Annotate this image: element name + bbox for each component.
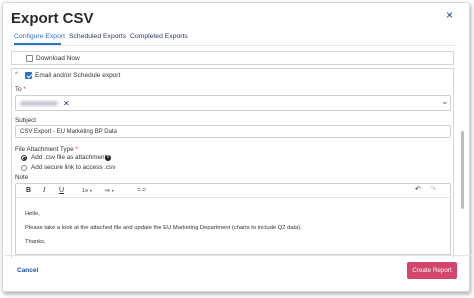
- scrollbar-thumb[interactable]: [461, 131, 464, 209]
- note-line-signoff: Thanks,: [25, 239, 46, 245]
- email-schedule-checkbox[interactable]: [25, 72, 32, 79]
- dialog-title: Export CSV: [11, 10, 94, 27]
- note-editor[interactable]: B I U 1≡ ▾ •≡ ▾ ⊂⊃ ↶ ↷ Hello, Please tak…: [15, 183, 451, 255]
- remove-recipient-icon[interactable]: ✕: [63, 99, 70, 108]
- collapse-chevron-icon[interactable]: ^: [15, 72, 18, 78]
- tabs-divider: [11, 45, 457, 46]
- tab-scheduled-exports[interactable]: Scheduled Exports: [69, 33, 126, 40]
- underline-button[interactable]: U: [59, 186, 64, 195]
- cancel-button[interactable]: Cancel: [17, 267, 38, 274]
- bullet-list-icon: •≡: [105, 188, 111, 194]
- bold-button[interactable]: B: [26, 186, 31, 195]
- download-now-checkbox[interactable]: [26, 55, 33, 62]
- undo-icon[interactable]: ↶: [415, 185, 421, 194]
- attach-csv-label: Add .csv file as attachment: [31, 154, 107, 161]
- to-dropdown-chevron-icon[interactable]: ⌄: [441, 96, 449, 107]
- download-now-label: Download Now: [36, 55, 80, 62]
- italic-button[interactable]: I: [43, 186, 45, 195]
- ordered-list-button[interactable]: 1≡ ▾: [82, 186, 92, 196]
- to-label: To *: [15, 86, 26, 93]
- export-csv-dialog: Export CSV × Configure Export Scheduled …: [2, 2, 473, 292]
- bullet-list-caret-icon: ▾: [111, 188, 114, 193]
- attach-csv-radio[interactable]: [21, 155, 27, 161]
- secure-link-radio[interactable]: [21, 165, 27, 171]
- attachment-type-label: File Attachment Type *: [15, 146, 78, 153]
- tab-configure-export[interactable]: Configure Export: [14, 33, 65, 40]
- subject-value: CSV Export - EU Marketing BP Data: [20, 128, 117, 135]
- tab-completed-exports[interactable]: Completed Exports: [130, 33, 188, 40]
- footer-divider: [5, 255, 473, 256]
- create-report-button[interactable]: Create Report: [407, 262, 457, 279]
- close-icon[interactable]: ×: [446, 8, 453, 22]
- email-schedule-section: ^ Email and/or Schedule export To * ✕ ⌄ …: [11, 68, 454, 258]
- note-line-greeting: Hello,: [25, 211, 40, 217]
- ordered-list-icon: 1≡: [82, 188, 89, 194]
- recipient-chip: ✕: [20, 99, 72, 108]
- bullet-list-button[interactable]: •≡ ▾: [105, 186, 114, 196]
- download-now-row: Download Now: [11, 51, 454, 65]
- subject-input[interactable]: CSV Export - EU Marketing BP Data: [15, 125, 451, 138]
- to-input[interactable]: ✕ ⌄: [15, 95, 451, 111]
- editor-toolbar: B I U 1≡ ▾ •≡ ▾ ⊂⊃ ↶ ↷: [16, 184, 450, 198]
- subject-label: Subject: [15, 117, 37, 124]
- secure-link-label: Add secure link to access .csv: [31, 164, 116, 171]
- scrollbar[interactable]: [461, 53, 464, 258]
- ordered-list-caret-icon: ▾: [89, 188, 92, 193]
- link-icon[interactable]: ⊂⊃: [137, 186, 146, 195]
- info-icon[interactable]: i: [105, 155, 111, 161]
- redo-icon[interactable]: ↷: [430, 185, 436, 194]
- recipient-redacted: [20, 101, 58, 106]
- email-schedule-label: Email and/or Schedule export: [35, 72, 121, 79]
- note-label: Note: [15, 174, 29, 181]
- note-line-body: Please take a look at the attached file …: [25, 225, 302, 231]
